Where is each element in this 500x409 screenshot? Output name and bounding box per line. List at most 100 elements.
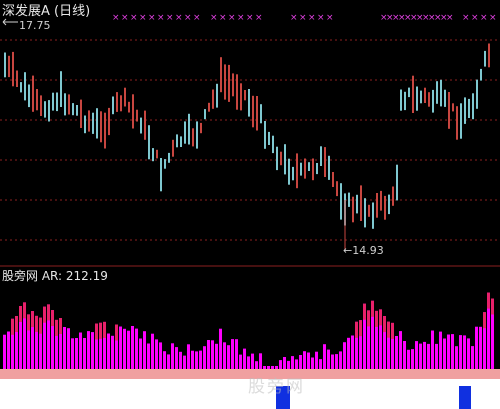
up-candle — [212, 89, 214, 109]
signal-marker: × — [308, 13, 316, 23]
ar-bar — [427, 343, 430, 369]
up-candle — [156, 149, 158, 159]
up-candle — [304, 158, 306, 179]
up-candle — [428, 92, 430, 107]
indicator-label: AR: — [41, 269, 63, 283]
up-candle — [208, 102, 210, 112]
blue-bar — [459, 386, 471, 409]
down-candle — [440, 79, 442, 107]
ar-bar — [259, 353, 262, 369]
down-candle — [460, 103, 462, 139]
ar-bar-peak — [355, 321, 358, 338]
ar-bar — [67, 328, 70, 369]
ar-bar-peak — [379, 309, 382, 326]
up-candle — [8, 55, 10, 78]
stock-chart[interactable]: × × × × × × × × × × × × × × × × × × × × × ×××××××××××× × × × × — [0, 0, 500, 409]
down-candle — [480, 68, 482, 81]
ar-bar — [443, 338, 446, 369]
ar-bar — [459, 335, 462, 369]
ar-bar-peak — [11, 318, 14, 335]
low-price-label: ←14.93 — [343, 244, 384, 257]
ar-bar-peak — [39, 317, 42, 334]
signal-marker: × — [326, 13, 334, 23]
ar-bar — [231, 339, 234, 369]
ar-bar — [107, 333, 110, 369]
signal-marker: × — [112, 13, 120, 23]
down-candle — [76, 105, 78, 116]
up-candle — [456, 106, 458, 140]
ar-bar — [299, 355, 302, 369]
up-candle — [200, 122, 202, 134]
ar-bar — [295, 359, 298, 369]
ar-bar — [63, 327, 66, 369]
signal-marker: × — [184, 13, 192, 23]
down-candle — [24, 72, 26, 101]
up-candle — [228, 64, 230, 102]
ar-bar — [471, 346, 474, 369]
up-candle — [256, 96, 258, 131]
ar-bar — [303, 351, 306, 369]
ar-bar — [407, 349, 410, 369]
ar-bar — [219, 328, 222, 369]
up-candle — [368, 204, 370, 217]
down-candle — [164, 159, 166, 169]
down-candle — [356, 194, 358, 214]
ar-bar-peak — [359, 320, 362, 337]
up-candle — [332, 172, 334, 187]
up-candle — [100, 111, 102, 143]
ar-bar — [451, 334, 454, 369]
ar-bar — [447, 334, 450, 369]
down-candle — [84, 115, 86, 134]
up-candle — [16, 70, 18, 87]
up-candle — [360, 185, 362, 221]
ar-bar — [263, 366, 266, 369]
down-candle — [96, 108, 98, 139]
up-candle — [312, 158, 314, 181]
down-candle — [328, 155, 330, 180]
ar-bar — [267, 366, 270, 369]
down-candle — [180, 136, 182, 147]
down-candle — [20, 82, 22, 93]
up-candle — [236, 74, 238, 110]
up-candle — [380, 190, 382, 211]
down-candle — [320, 146, 322, 166]
up-candle — [384, 195, 386, 220]
up-candle — [280, 151, 282, 166]
signal-marker: × — [166, 13, 174, 23]
signal-marker: × — [462, 13, 470, 23]
ar-bar-peak — [375, 310, 378, 327]
ar-bar — [147, 343, 150, 369]
ar-bar — [135, 328, 138, 369]
down-candle — [464, 97, 466, 124]
ar-bar — [271, 366, 274, 369]
down-candle — [72, 103, 74, 116]
down-candle — [276, 146, 278, 171]
signal-marker: × — [175, 13, 183, 23]
up-candle — [224, 64, 226, 100]
down-candle — [396, 164, 398, 201]
ar-bar — [331, 354, 334, 369]
signal-marker: × — [290, 13, 298, 23]
up-candle — [68, 94, 70, 115]
ar-bar — [183, 355, 186, 369]
signal-marker: × — [317, 13, 325, 23]
down-candle — [4, 52, 6, 78]
signal-marker: × — [471, 13, 479, 23]
up-candle — [128, 101, 130, 113]
up-candle — [116, 92, 118, 112]
ar-bar — [311, 357, 314, 369]
ar-bar — [431, 330, 434, 369]
ar-bar — [211, 340, 214, 369]
ar-bar — [87, 331, 90, 369]
signal-marker: × — [255, 13, 263, 23]
down-candle — [468, 98, 470, 118]
ar-bar — [335, 354, 338, 369]
ar-bar — [91, 332, 94, 369]
ar-bar — [127, 330, 130, 369]
signal-marker: × — [446, 13, 454, 23]
down-candle — [420, 90, 422, 104]
down-candle — [400, 89, 402, 111]
indicator-header: 股旁网 AR: 212.19 — [2, 267, 108, 284]
ar-bar — [239, 354, 242, 369]
ar-bar — [307, 352, 310, 369]
